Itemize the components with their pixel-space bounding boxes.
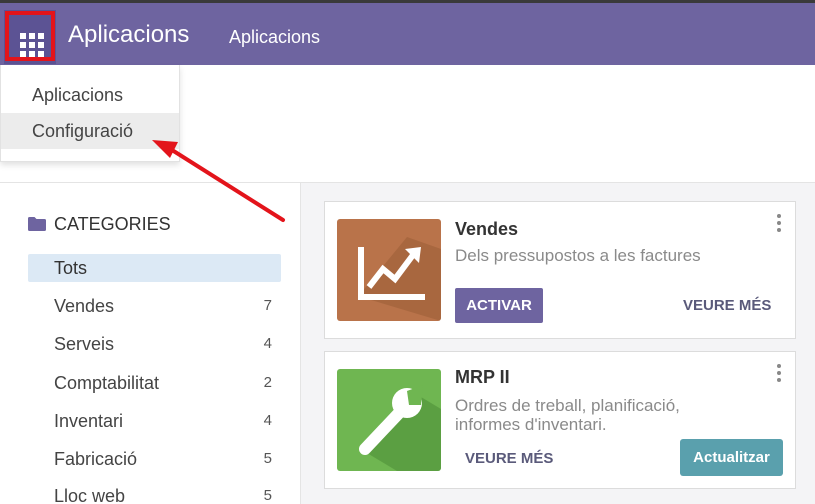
category-label: Tots — [54, 258, 88, 278]
kebab-menu-icon[interactable] — [777, 364, 783, 382]
category-count: 2 — [263, 374, 272, 391]
category-item-services[interactable]: Serveis 4 — [28, 330, 281, 358]
app-description: Dels pressupostos a les factures — [455, 246, 701, 265]
category-item-all[interactable]: Tots — [28, 254, 281, 282]
app-description: informes d'inventari. — [455, 415, 607, 434]
category-label: Lloc web — [54, 486, 126, 504]
category-item-sales[interactable]: Vendes 7 — [28, 292, 281, 320]
highlight-box — [5, 11, 55, 61]
folder-icon — [28, 217, 46, 231]
category-count: 4 — [263, 412, 272, 429]
category-item-manufacturing[interactable]: Fabricació 5 — [28, 445, 281, 473]
app-card-sales: Vendes Dels pressupostos a les factures … — [324, 201, 796, 339]
app-title: Vendes — [455, 219, 519, 239]
kebab-menu-icon[interactable] — [777, 214, 783, 232]
dropdown-item-settings[interactable]: Configuració — [1, 113, 179, 149]
apps-dropdown: Aplicacions Configuració — [0, 65, 180, 162]
category-count: 7 — [263, 297, 272, 314]
wrench-icon — [359, 385, 441, 471]
activate-button[interactable]: ACTIVAR — [455, 288, 543, 323]
category-label: Fabricació — [54, 449, 138, 469]
app-icon-sales — [337, 219, 441, 321]
category-label: Inventari — [54, 411, 124, 431]
category-item-accounting[interactable]: Comptabilitat 2 — [28, 369, 281, 397]
app-icon-mrp — [337, 369, 441, 471]
category-item-website[interactable]: Lloc web 5 — [28, 482, 281, 504]
category-label: Comptabilitat — [54, 373, 160, 393]
top-navbar: Aplicacions Aplicacions — [0, 0, 815, 65]
chart-up-icon — [358, 237, 441, 321]
app-brand[interactable]: Aplicacions — [68, 21, 189, 49]
update-button[interactable]: Actualitzar — [680, 439, 783, 476]
app-card-mrp: MRP II Ordres de treball, planificació, … — [324, 351, 796, 489]
category-count: 5 — [263, 450, 272, 467]
category-label: Serveis — [54, 334, 115, 354]
app-title: MRP II — [455, 367, 510, 387]
see-more-button[interactable]: VEURE MÉS — [465, 450, 553, 467]
category-label: Vendes — [54, 296, 115, 316]
categories-title: CATEGORIES — [54, 214, 171, 234]
app-description: Ordres de treball, planificació, — [455, 396, 680, 415]
category-count: 4 — [263, 335, 272, 352]
dropdown-item-apps[interactable]: Aplicacions — [1, 77, 179, 113]
category-count: 5 — [263, 487, 272, 504]
category-item-inventory[interactable]: Inventari 4 — [28, 407, 281, 435]
top-menu-apps[interactable]: Aplicacions — [229, 27, 320, 48]
see-more-button[interactable]: VEURE MÉS — [683, 297, 771, 314]
